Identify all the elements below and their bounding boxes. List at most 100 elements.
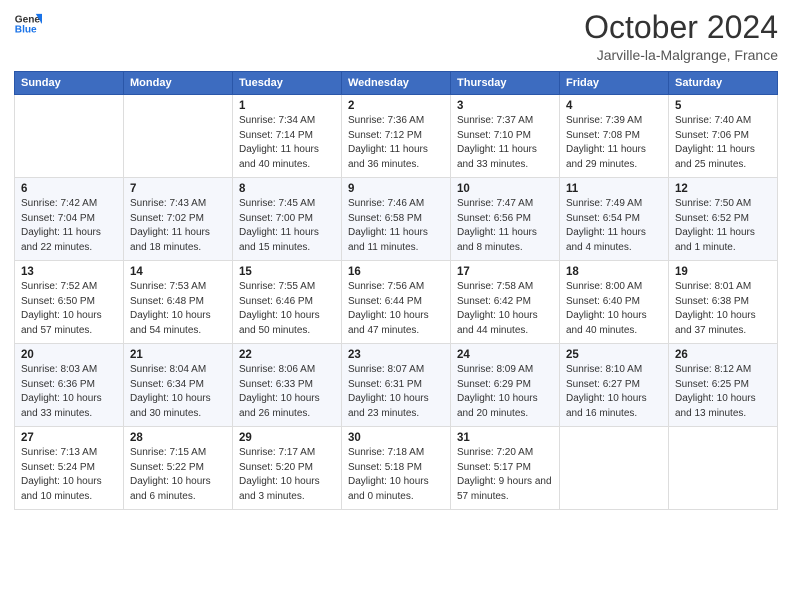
day-cell: 17 Sunrise: 7:58 AM Sunset: 6:42 PM Dayli…	[451, 261, 560, 344]
day-cell: 3 Sunrise: 7:37 AM Sunset: 7:10 PM Daylig…	[451, 95, 560, 178]
day-number: 1	[239, 100, 335, 112]
day-detail: Sunrise: 7:34 AM Sunset: 7:14 PM Dayligh…	[239, 114, 335, 172]
day-number: 30	[348, 432, 444, 444]
day-detail: Sunrise: 7:37 AM Sunset: 7:10 PM Dayligh…	[457, 114, 553, 172]
day-cell: 9 Sunrise: 7:46 AM Sunset: 6:58 PM Daylig…	[342, 178, 451, 261]
day-number: 6	[21, 183, 117, 195]
day-cell: 25Sunrise: 8:10 AM Sunset: 6:27 PM Dayli…	[560, 344, 669, 427]
day-number: 9	[348, 183, 444, 195]
day-cell: 19Sunrise: 8:01 AM Sunset: 6:38 PM Dayli…	[669, 261, 778, 344]
day-number: 25	[566, 349, 662, 361]
day-cell: 16Sunrise: 7:56 AM Sunset: 6:44 PM Dayli…	[342, 261, 451, 344]
day-cell: 30 Sunrise: 7:18 AM Sunset: 5:18 PM Dayli…	[342, 427, 451, 510]
day-number: 28	[130, 432, 226, 444]
day-number: 13	[21, 266, 117, 278]
day-detail: Sunrise: 7:42 AM Sunset: 7:04 PM Dayligh…	[21, 197, 117, 255]
day-detail: Sunrise: 7:49 AM Sunset: 6:54 PM Dayligh…	[566, 197, 662, 255]
day-cell: 12 Sunrise: 7:50 AM Sunset: 6:52 PM Dayli…	[669, 178, 778, 261]
day-number: 29	[239, 432, 335, 444]
day-cell: 6 Sunrise: 7:42 AM Sunset: 7:04 PM Daylig…	[15, 178, 124, 261]
day-detail: Sunrise: 7:18 AM Sunset: 5:18 PM Dayligh…	[348, 446, 444, 504]
day-number: 10	[457, 183, 553, 195]
day-detail: Sunrise: 7:43 AM Sunset: 7:02 PM Dayligh…	[130, 197, 226, 255]
day-number: 26	[675, 349, 771, 361]
week-row-4: 20 Sunrise: 8:03 AM Sunset: 6:36 PM Dayli…	[15, 344, 778, 427]
day-cell: 28 Sunrise: 7:15 AM Sunset: 5:22 PM Dayli…	[124, 427, 233, 510]
day-cell: 10 Sunrise: 7:47 AM Sunset: 6:56 PM Dayli…	[451, 178, 560, 261]
day-detail: Sunrise: 7:50 AM Sunset: 6:52 PM Dayligh…	[675, 197, 771, 255]
day-detail: Sunrise: 7:45 AM Sunset: 7:00 PM Dayligh…	[239, 197, 335, 255]
day-cell	[669, 427, 778, 510]
day-number: 3	[457, 100, 553, 112]
col-thursday: Thursday	[451, 72, 560, 95]
day-cell: 4Sunrise: 7:39 AM Sunset: 7:08 PM Daylig…	[560, 95, 669, 178]
day-cell: 31Sunrise: 7:20 AM Sunset: 5:17 PM Dayli…	[451, 427, 560, 510]
day-number: 22	[239, 349, 335, 361]
day-cell: 7 Sunrise: 7:43 AM Sunset: 7:02 PM Daylig…	[124, 178, 233, 261]
day-cell: 29Sunrise: 7:17 AM Sunset: 5:20 PM Dayli…	[233, 427, 342, 510]
day-detail: Sunrise: 8:07 AM Sunset: 6:31 PM Dayligh…	[348, 363, 444, 421]
day-cell: 21Sunrise: 8:04 AM Sunset: 6:34 PM Dayli…	[124, 344, 233, 427]
day-cell: 23Sunrise: 8:07 AM Sunset: 6:31 PM Dayli…	[342, 344, 451, 427]
day-number: 20	[21, 349, 117, 361]
header: General Blue October 2024 Jarville-la-Ma…	[14, 10, 778, 63]
calendar-page: General Blue October 2024 Jarville-la-Ma…	[0, 0, 792, 612]
day-cell: 22 Sunrise: 8:06 AM Sunset: 6:33 PM Dayli…	[233, 344, 342, 427]
day-cell: 8 Sunrise: 7:45 AM Sunset: 7:00 PM Daylig…	[233, 178, 342, 261]
day-detail: Sunrise: 7:47 AM Sunset: 6:56 PM Dayligh…	[457, 197, 553, 255]
col-tuesday: Tuesday	[233, 72, 342, 95]
col-monday: Monday	[124, 72, 233, 95]
logo: General Blue	[14, 10, 42, 38]
day-cell: 13 Sunrise: 7:52 AM Sunset: 6:50 PM Dayli…	[15, 261, 124, 344]
logo-icon: General Blue	[14, 10, 42, 38]
day-detail: Sunrise: 7:13 AM Sunset: 5:24 PM Dayligh…	[21, 446, 117, 504]
day-detail: Sunrise: 8:00 AM Sunset: 6:40 PM Dayligh…	[566, 280, 662, 338]
day-number: 4	[566, 100, 662, 112]
day-number: 15	[239, 266, 335, 278]
day-cell: 2 Sunrise: 7:36 AM Sunset: 7:12 PM Daylig…	[342, 95, 451, 178]
day-detail: Sunrise: 7:58 AM Sunset: 6:42 PM Dayligh…	[457, 280, 553, 338]
col-saturday: Saturday	[669, 72, 778, 95]
title-block: October 2024 Jarville-la-Malgrange, Fran…	[584, 10, 778, 63]
day-detail: Sunrise: 7:55 AM Sunset: 6:46 PM Dayligh…	[239, 280, 335, 338]
week-row-1: 1 Sunrise: 7:34 AM Sunset: 7:14 PM Daylig…	[15, 95, 778, 178]
day-number: 2	[348, 100, 444, 112]
day-cell: 24Sunrise: 8:09 AM Sunset: 6:29 PM Dayli…	[451, 344, 560, 427]
week-row-3: 13 Sunrise: 7:52 AM Sunset: 6:50 PM Dayli…	[15, 261, 778, 344]
col-wednesday: Wednesday	[342, 72, 451, 95]
day-cell	[124, 95, 233, 178]
day-number: 24	[457, 349, 553, 361]
day-cell: 18 Sunrise: 8:00 AM Sunset: 6:40 PM Dayli…	[560, 261, 669, 344]
day-detail: Sunrise: 7:56 AM Sunset: 6:44 PM Dayligh…	[348, 280, 444, 338]
day-cell: 27Sunrise: 7:13 AM Sunset: 5:24 PM Dayli…	[15, 427, 124, 510]
col-sunday: Sunday	[15, 72, 124, 95]
day-detail: Sunrise: 8:12 AM Sunset: 6:25 PM Dayligh…	[675, 363, 771, 421]
month-title: October 2024	[584, 10, 778, 45]
day-cell	[560, 427, 669, 510]
day-number: 12	[675, 183, 771, 195]
day-detail: Sunrise: 7:46 AM Sunset: 6:58 PM Dayligh…	[348, 197, 444, 255]
calendar-table: Sunday Monday Tuesday Wednesday Thursday…	[14, 71, 778, 510]
day-detail: Sunrise: 8:06 AM Sunset: 6:33 PM Dayligh…	[239, 363, 335, 421]
column-headers: Sunday Monday Tuesday Wednesday Thursday…	[15, 72, 778, 95]
day-cell: 26 Sunrise: 8:12 AM Sunset: 6:25 PM Dayli…	[669, 344, 778, 427]
day-detail: Sunrise: 7:52 AM Sunset: 6:50 PM Dayligh…	[21, 280, 117, 338]
day-detail: Sunrise: 7:20 AM Sunset: 5:17 PM Dayligh…	[457, 446, 553, 504]
col-friday: Friday	[560, 72, 669, 95]
day-detail: Sunrise: 7:15 AM Sunset: 5:22 PM Dayligh…	[130, 446, 226, 504]
day-number: 21	[130, 349, 226, 361]
day-number: 18	[566, 266, 662, 278]
svg-text:Blue: Blue	[15, 25, 37, 36]
day-number: 8	[239, 183, 335, 195]
day-number: 7	[130, 183, 226, 195]
day-detail: Sunrise: 8:01 AM Sunset: 6:38 PM Dayligh…	[675, 280, 771, 338]
day-cell: 15 Sunrise: 7:55 AM Sunset: 6:46 PM Dayli…	[233, 261, 342, 344]
day-cell: 20 Sunrise: 8:03 AM Sunset: 6:36 PM Dayli…	[15, 344, 124, 427]
day-number: 17	[457, 266, 553, 278]
day-number: 14	[130, 266, 226, 278]
day-detail: Sunrise: 8:03 AM Sunset: 6:36 PM Dayligh…	[21, 363, 117, 421]
day-cell: 11 Sunrise: 7:49 AM Sunset: 6:54 PM Dayli…	[560, 178, 669, 261]
week-row-5: 27Sunrise: 7:13 AM Sunset: 5:24 PM Dayli…	[15, 427, 778, 510]
day-detail: Sunrise: 7:36 AM Sunset: 7:12 PM Dayligh…	[348, 114, 444, 172]
day-number: 11	[566, 183, 662, 195]
